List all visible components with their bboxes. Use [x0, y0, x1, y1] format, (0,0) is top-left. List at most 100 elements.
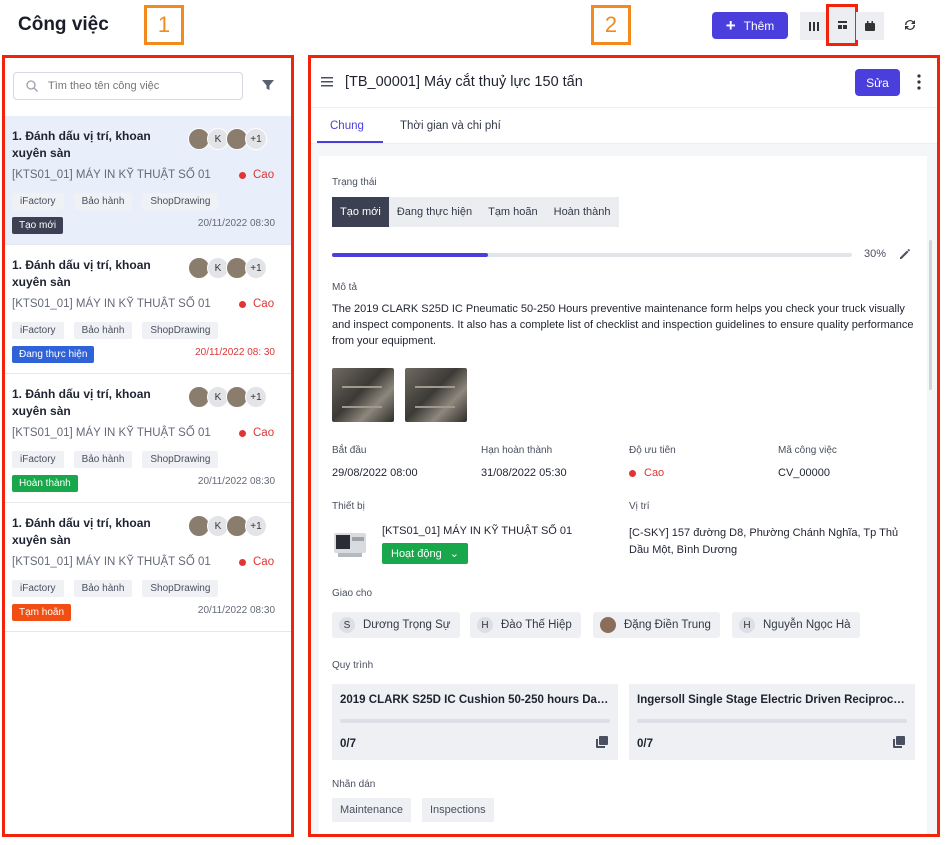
tag: iFactory — [12, 193, 64, 210]
priority-indicator: Cao — [239, 169, 274, 181]
device-label: Thiết bị — [332, 501, 365, 512]
process-progress-bar — [340, 719, 610, 723]
priority-dot-icon — [239, 171, 246, 179]
deadline-value: 31/08/2022 05:30 — [481, 467, 567, 479]
sticker-label: Nhãn dán — [332, 779, 376, 790]
search-box[interactable] — [13, 72, 243, 100]
status-segmented-control: Tạo mới Đang thực hiện Tạm hoãn Hoàn thà… — [332, 197, 619, 227]
task-time: 20/11/2022 08:30 — [197, 218, 275, 229]
status-badge: Đang thực hiện — [12, 346, 95, 363]
process-card[interactable]: 2019 CLARK S25D IC Cushion 50-250 hours … — [332, 684, 618, 760]
assignee-chip[interactable]: H Đào Thế Hiệp — [470, 612, 581, 638]
status-section-label: Trạng thái — [332, 177, 377, 188]
detail-header: [TB_00001] Máy cắt thuỷ lực 150 tấn Sửa — [311, 58, 937, 108]
priority-dot-icon — [239, 300, 246, 308]
status-badge: Hoàn thành — [12, 475, 78, 492]
status-option-in-progress[interactable]: Đang thực hiện — [389, 197, 480, 227]
status-option-paused[interactable]: Tạm hoãn — [480, 197, 546, 227]
priority-label: Cao — [253, 556, 275, 568]
assignee-name: Nguyễn Ngọc Hà — [763, 619, 851, 631]
annotation-label-2: 2 — [591, 5, 631, 45]
scrollbar[interactable] — [292, 116, 294, 256]
add-button[interactable]: + Thêm — [712, 12, 788, 39]
assignee-chip[interactable]: H Nguyễn Ngọc Hà — [732, 612, 860, 638]
deadline-label: Hạn hoàn thành — [481, 445, 553, 456]
tag: ShopDrawing — [142, 451, 219, 468]
assignee-initial: H — [739, 617, 755, 633]
task-device-code: [KTS01_01] MÁY IN KỸ THUẬT SỐ 01 — [12, 298, 211, 310]
tag: ShopDrawing — [142, 193, 219, 210]
task-time: 20/11/2022 08:30 — [197, 605, 275, 616]
avatar-more-count: +1 — [245, 515, 267, 537]
list-view-icon[interactable] — [826, 4, 858, 46]
status-option-done[interactable]: Hoàn thành — [546, 197, 619, 227]
add-button-label: Thêm — [743, 18, 775, 33]
page-title: Công việc — [18, 14, 109, 35]
task-device-code: [KTS01_01] MÁY IN KỸ THUẬT SỐ 01 — [12, 556, 211, 568]
priority-value-text: Cao — [644, 467, 665, 479]
more-options-icon[interactable] — [917, 73, 921, 91]
attachment-image[interactable] — [405, 368, 467, 422]
location-label: Vị trí — [629, 501, 650, 512]
tag: iFactory — [12, 580, 64, 597]
process-card[interactable]: Ingersoll Single Stage Electric Driven R… — [629, 684, 915, 760]
tab-time-cost[interactable]: Thời gian và chi phí — [400, 120, 501, 132]
status-badge: Tạo mới — [12, 217, 64, 234]
task-list-item[interactable]: 1. Đánh dấu vị trí, khoan xuyên sàn K +1… — [5, 374, 291, 503]
avatar-more-count: +1 — [245, 386, 267, 408]
detail-tabs: Chung Thời gian và chi phí — [311, 108, 937, 144]
task-time: 20/11/2022 08: 30 — [195, 347, 275, 358]
start-label: Bắt đầu — [332, 445, 367, 456]
device-status-dropdown[interactable]: Hoạt động ⌄ — [382, 543, 468, 564]
attachment-image[interactable] — [332, 368, 394, 422]
assignees-label: Giao cho — [332, 588, 373, 599]
progress-percent: 30% — [864, 248, 887, 260]
hamburger-menu-icon[interactable] — [321, 77, 333, 87]
copy-icon[interactable] — [596, 736, 608, 748]
tag-list: iFactory Bảo hành ShopDrawing — [12, 451, 219, 468]
assignee-name: Đào Thế Hiệp — [501, 619, 572, 631]
priority-indicator: Cao — [239, 298, 274, 310]
task-name: 1. Đánh dấu vị trí, khoan xuyên sàn — [12, 258, 151, 289]
tag-list: iFactory Bảo hành ShopDrawing — [12, 322, 219, 339]
process-count: 0/7 — [637, 738, 653, 750]
task-code-value: CV_00000 — [778, 467, 830, 479]
pencil-icon[interactable] — [899, 248, 911, 260]
progress-bar — [332, 253, 852, 257]
assignee-chip[interactable]: Đặng Điền Trung — [593, 612, 720, 638]
search-input[interactable] — [48, 80, 218, 92]
refresh-icon[interactable] — [902, 17, 918, 33]
assignee-chip[interactable]: S Dương Trọng Sự — [332, 612, 460, 638]
copy-icon[interactable] — [893, 736, 905, 748]
process-title: 2019 CLARK S25D IC Cushion 50-250 hours … — [340, 694, 610, 706]
task-code-label: Mã công việc — [778, 445, 837, 456]
tab-general[interactable]: Chung — [330, 120, 364, 132]
tag: Bảo hành — [73, 322, 133, 339]
avatar-group: K +1 — [188, 257, 267, 279]
detail-card: Trạng thái Tạo mới Đang thực hiện Tạm ho… — [319, 156, 927, 834]
task-time: 20/11/2022 08:30 — [197, 476, 275, 487]
task-list-item[interactable]: 1. Đánh dấu vị trí, khoan xuyên sàn K +1… — [5, 245, 291, 374]
filter-icon[interactable] — [261, 78, 275, 92]
assignee-name: Đặng Điền Trung — [624, 619, 711, 631]
task-list-item[interactable]: 1. Đánh dấu vị trí, khoan xuyên sàn K +1… — [5, 116, 291, 245]
task-detail-panel: [TB_00001] Máy cắt thuỷ lực 150 tấn Sửa … — [308, 55, 940, 837]
avatar-group: K +1 — [188, 515, 267, 537]
calendar-view-icon[interactable] — [856, 12, 884, 40]
tag: Bảo hành — [73, 451, 133, 468]
detail-content: Trạng thái Tạo mới Đang thực hiện Tạm ho… — [311, 144, 937, 834]
scrollbar[interactable] — [929, 240, 932, 390]
assignee-initial: H — [477, 617, 493, 633]
device-status-label: Hoạt động — [391, 547, 442, 560]
priority-indicator: Cao — [239, 556, 274, 568]
task-name: 1. Đánh dấu vị trí, khoan xuyên sàn — [12, 129, 151, 160]
status-option-new[interactable]: Tạo mới — [332, 197, 389, 227]
task-device-code: [KTS01_01] MÁY IN KỸ THUẬT SỐ 01 — [12, 427, 211, 439]
avatar-group: K +1 — [188, 128, 267, 150]
avatar-more-count: +1 — [245, 257, 267, 279]
task-list-panel: 1. Đánh dấu vị trí, khoan xuyên sàn K +1… — [2, 55, 294, 837]
process-title: Ingersoll Single Stage Electric Driven R… — [637, 694, 907, 706]
task-list-item[interactable]: 1. Đánh dấu vị trí, khoan xuyên sàn K +1… — [5, 503, 291, 632]
columns-view-icon[interactable] — [800, 12, 828, 40]
edit-button[interactable]: Sửa — [855, 69, 900, 96]
